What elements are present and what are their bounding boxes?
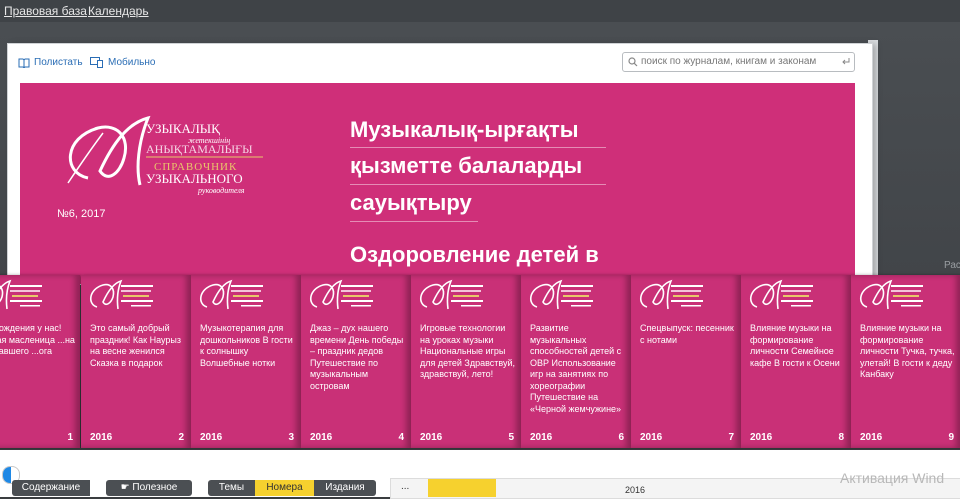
cover-number: 5 [508,432,514,443]
cover-year: 2016 [310,432,333,443]
useful-button[interactable]: ☛ Полезное [106,480,192,496]
cover-logo [860,279,923,310]
devices-icon [90,57,103,68]
cover-number: 2 [178,432,184,443]
issues-tab[interactable]: Номера [255,480,314,496]
timeline-year: 2016 [625,485,646,495]
cover-contents: Спецвыпуск: песенник с нотами [640,323,734,345]
heading-line-4: Оздоровление детей в [350,242,599,267]
cover-number: 7 [728,432,734,443]
cover-contents: Музыкотерапия для дошкольников В гости к… [200,323,293,368]
cover-logo [310,279,373,310]
search-input[interactable] [641,54,837,68]
cover-logo [750,279,813,310]
cover-year: 2016 [200,432,223,443]
bottom-toolbar: Содержание ☛ Полезное Темы Номера Издани… [0,450,960,499]
issue-cover-6[interactable]: Развитие музыкальных способностей детей … [521,275,631,448]
cover-contents: Джаз – дух нашего времени День победы – … [310,323,404,391]
issue-cover-4[interactable]: Джаз – дух нашего времени День победы – … [301,275,411,448]
mobile-button[interactable]: Мобильно [90,57,155,68]
svg-text:руководителя: руководителя [197,186,245,195]
cover-year: 2016 [90,432,113,443]
cover-year: 2016 [750,432,773,443]
cover-number: 4 [398,432,404,443]
heading-rule-3 [350,221,478,222]
timeline-dots: ... [401,481,410,492]
useful-label: Полезное [132,482,178,493]
magazine-page-spread: УЗЫКАЛЫҚ жетекшінің АНЫҚТАМАЛЫҒЫ СПРАВОЧ… [20,83,855,284]
issue-cover-3[interactable]: Музыкотерапия для дошкольников В гости к… [191,275,301,448]
search-box [622,52,855,72]
cover-logo [200,279,263,310]
issue-cover-2[interactable]: Это самый добрый праздник! Как Наурыз на… [81,275,191,448]
cover-contents: Влияние музыки на формирование личности … [750,323,840,368]
cover-contents: Это самый добрый праздник! Как Наурыз на… [90,323,181,368]
search-icon [628,57,638,67]
mobile-label: Мобильно [108,57,156,68]
cover-number: 8 [838,432,844,443]
cover-number: 1 [67,432,73,443]
svg-text:АНЫҚТАМАЛЫҒЫ: АНЫҚТАМАЛЫҒЫ [146,142,253,156]
themes-tab[interactable]: Темы [208,480,255,496]
issue-cover-9[interactable]: Влияние музыки на формирование личности … [851,275,960,448]
svg-text:УЗЫКАЛЬНОГО: УЗЫКАЛЬНОГО [146,171,243,186]
cover-contents: Влияние музыки на формирование личности … [860,323,955,379]
cover-number: 3 [288,432,294,443]
cover-contents: Развитие музыкальных способностей детей … [530,323,622,414]
cover-contents: ...я рождения у нас! ...елая масленица .… [0,323,75,356]
cover-year: 2016 [530,432,553,443]
magazine-logo: УЗЫКАЛЫҚ жетекшінің АНЫҚТАМАЛЫҒЫ СПРАВОЧ… [67,115,263,195]
cover-year: 2016 [640,432,663,443]
cover-logo [90,279,153,310]
svg-text:УЗЫКАЛЫҚ: УЗЫКАЛЫҚ [146,121,220,136]
cover-logo [0,279,42,310]
timeline-current-marker[interactable] [428,479,496,497]
issue-cover-7[interactable]: Спецвыпуск: песенник с нотами 2016 7 [631,275,741,448]
hand-icon: ☛ [120,482,133,493]
cover-logo [530,279,593,310]
cover-contents: Игровые технологии на уроках музыки Наци… [420,323,516,379]
issue-cover-1[interactable]: ...я рождения у нас! ...елая масленица .… [0,275,80,448]
cover-year: 2016 [860,432,883,443]
contents-button[interactable]: Содержание [12,480,90,496]
heading-rule-2 [350,184,606,185]
issue-shelf: ...я рождения у нас! ...елая масленица .… [0,275,960,450]
editions-tab[interactable]: Издания [314,480,376,496]
heading-line-3: сауықтыру [350,190,472,215]
cover-number: 9 [948,432,954,443]
leaf-through-button[interactable]: Полистать [18,57,83,68]
issue-number: №6, 2017 [57,208,106,220]
issue-cover-8[interactable]: Влияние музыки на формирование личности … [741,275,851,448]
enter-icon[interactable] [841,57,850,66]
cover-year: 2016 [420,432,443,443]
issue-cover-5[interactable]: Игровые технологии на уроках музыки Наци… [411,275,521,448]
cover-number: 6 [618,432,624,443]
heading-line-1: Музыкалық-ырғақты [350,117,579,142]
edge-cut-text: Рас [944,260,960,271]
book-open-icon [18,58,30,68]
nav-calendar-link[interactable]: Календарь [88,4,149,18]
magazine-viewer: Полистать Мобильно УЗЫКАЛЫҚ жетекшінің А… [8,44,872,284]
top-nav-bar: Правовая база Календарь [0,0,960,22]
heading-rule-1 [350,147,606,148]
leaf-through-label: Полистать [34,57,83,68]
cover-logo [420,279,483,310]
heading-line-2: қызметте балаларды [350,153,583,178]
nav-legal-base-link[interactable]: Правовая база [4,4,87,18]
cover-logo [640,279,703,310]
windows-activation-watermark: Активация Wind [840,470,945,486]
